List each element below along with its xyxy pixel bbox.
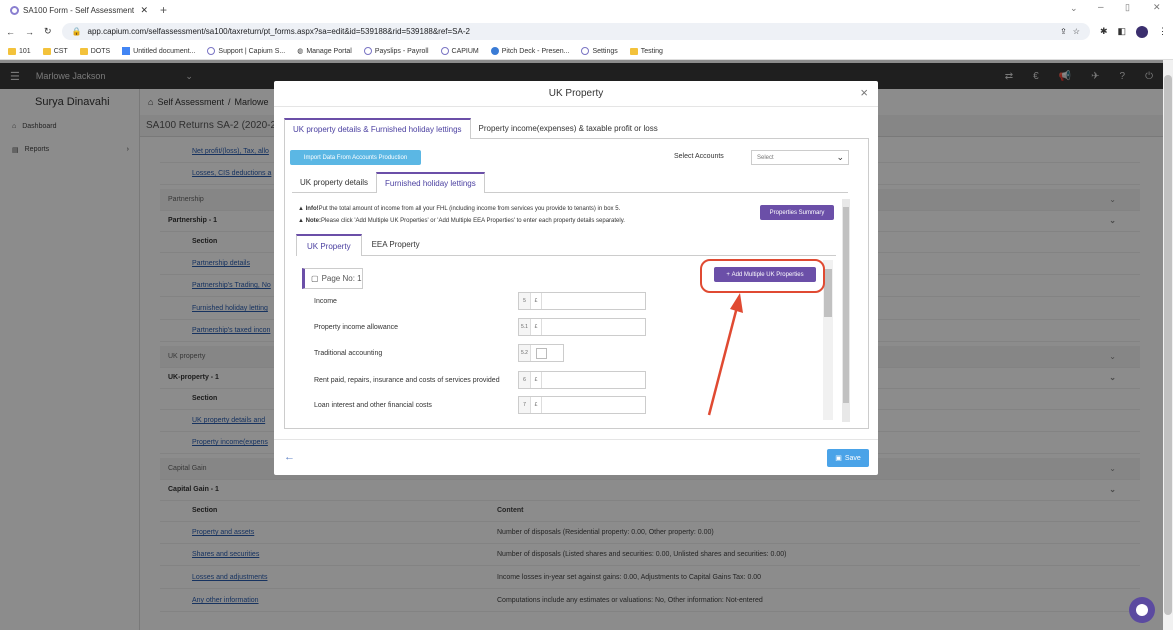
capium-favicon-icon [10, 6, 19, 15]
modal-close-icon[interactable]: × [860, 85, 868, 100]
minimize-icon[interactable]: – [1098, 2, 1104, 13]
share-icon[interactable]: ⇪ [1060, 27, 1067, 36]
bookmarks-bar: 101 CST DOTS Untitled document... Suppor… [0, 43, 1173, 60]
capium-icon [363, 47, 372, 55]
capium-icon [440, 47, 449, 55]
page-number: ▢ Page No: 1 [302, 268, 363, 289]
field-row-loan-interest: Loan interest and other financial costs … [314, 396, 646, 414]
field-row-income: Income 5 £ [314, 292, 646, 310]
traditional-accounting-checkbox[interactable] [536, 348, 547, 359]
warning-icon: ▲ [298, 206, 304, 212]
bookmark-manage-portal[interactable]: ◍ Manage Portal [297, 47, 352, 56]
select-accounts-dropdown[interactable]: Select ⌄ [751, 150, 849, 165]
modal-title: UK Property [274, 81, 878, 107]
rent-repairs-input[interactable] [542, 372, 645, 388]
restore-icon[interactable]: ▯ [1125, 2, 1130, 13]
inner-tabs: UK property details Furnished holiday le… [292, 172, 848, 193]
new-tab-icon[interactable]: + [160, 3, 167, 17]
extensions-icon[interactable]: ✱ [1100, 26, 1108, 37]
properties-summary-button[interactable]: Properties Summary [760, 205, 834, 220]
bookmark-pitch-deck[interactable]: Pitch Deck - Presen... [490, 47, 569, 55]
chat-fab[interactable] [1129, 597, 1155, 623]
income-input[interactable] [542, 293, 645, 309]
back-icon[interactable]: ← [6, 27, 15, 37]
field-row-property-income-allowance: Property income allowance 5.1 £ [314, 318, 646, 336]
note-message: ▲ Note:Please click 'Add Multiple UK Pro… [298, 218, 625, 224]
forward-icon[interactable]: → [25, 27, 34, 37]
bookmark-untitled-doc[interactable]: Untitled document... [122, 47, 195, 55]
uk-property-modal: UK Property × UK property details & Furn… [274, 81, 878, 475]
bookmark-dots[interactable]: DOTS [79, 47, 110, 55]
capium-icon [581, 47, 590, 55]
tab-close-icon[interactable]: ✕ [140, 5, 148, 16]
window-close-icon[interactable]: ✕ [1153, 2, 1161, 13]
property-income-allowance-input[interactable] [542, 319, 645, 335]
sidepanel-icon[interactable]: ◧ [1117, 26, 1126, 37]
bookmark-capium[interactable]: CAPIUM [440, 47, 479, 55]
panel-scrollbar-thumb[interactable] [843, 207, 849, 403]
reload-icon[interactable]: ↻ [44, 26, 52, 37]
bookmark-101[interactable]: 101 [8, 47, 31, 55]
tab-furnished-holiday-lettings[interactable]: Furnished holiday lettings [376, 172, 485, 193]
page-scrollbar-thumb[interactable] [1164, 75, 1172, 615]
chat-icon [1136, 604, 1148, 616]
bookmark-testing[interactable]: Testing [629, 47, 663, 55]
highlight-annotation [700, 259, 825, 293]
tab-uk-property-details[interactable]: UK property details [292, 172, 376, 192]
address-bar-row: ← → ↻ 🔒 app.capium.com/selfassessment/sa… [0, 20, 1173, 43]
folder-icon [8, 47, 16, 55]
warning-icon: ▲ [298, 218, 304, 224]
loan-interest-input[interactable] [542, 397, 645, 413]
outer-tabs: UK property details & Furnished holiday … [284, 118, 869, 139]
info-message: ▲ Info!Put the total amount of income fr… [298, 206, 621, 212]
folder-icon [79, 47, 88, 55]
arrow-annotation-icon [707, 293, 743, 416]
select-accounts-label: Select Accounts [674, 153, 724, 160]
tab-uk-property-details-fhl[interactable]: UK property details & Furnished holiday … [284, 118, 471, 139]
pitch-icon [490, 47, 499, 55]
url-text: app.capium.com/selfassessment/sa100/taxr… [87, 27, 470, 36]
import-data-button[interactable]: Import Data From Accounts Production [290, 150, 421, 165]
globe-icon: ◍ [297, 48, 304, 55]
profile-avatar[interactable] [1136, 25, 1148, 38]
tab-property-income-expenses[interactable]: Property income(expenses) & taxable prof… [471, 118, 666, 138]
lock-icon: 🔒 [71, 27, 82, 36]
save-icon: ▣ [835, 455, 842, 462]
chevron-down-icon: ⌄ [836, 152, 844, 162]
browser-tabbar: SA100 Form - Self Assessment ✕ + ⌄ – ▯ ✕ [0, 0, 1173, 20]
field-row-traditional-accounting: Traditional accounting 5.2 [314, 344, 644, 362]
field-row-rent-repairs: Rent paid, repairs, insurance and costs … [314, 371, 646, 389]
tab-title: SA100 Form - Self Assessment [23, 6, 135, 15]
save-button[interactable]: ▣ Save [827, 449, 869, 467]
url-field[interactable]: 🔒 app.capium.com/selfassessment/sa100/ta… [61, 23, 1090, 40]
tab-uk-property[interactable]: UK Property [296, 234, 362, 256]
folder-icon [629, 47, 638, 55]
capium-icon [207, 47, 216, 55]
back-arrow-icon[interactable]: ← [284, 451, 295, 463]
modal-footer [274, 439, 878, 475]
bookmark-payslips[interactable]: Payslips - Payroll [363, 47, 429, 55]
bookmark-cst[interactable]: CST [42, 47, 68, 55]
bookmark-support[interactable]: Support | Capium S... [207, 47, 285, 55]
folder-icon [42, 47, 51, 55]
tab-eea-property[interactable]: EEA Property [362, 234, 430, 255]
tab-search-icon[interactable]: ⌄ [1070, 3, 1078, 14]
property-tabs: UK Property EEA Property [296, 234, 836, 256]
menu-dots-icon[interactable]: ⋮ [1158, 26, 1167, 37]
star-icon[interactable]: ☆ [1073, 27, 1080, 36]
form-scrollbar-thumb[interactable] [824, 269, 832, 317]
page-icon: ▢ [311, 274, 319, 283]
browser-tab[interactable]: SA100 Form - Self Assessment ✕ [6, 1, 152, 20]
bookmark-settings[interactable]: Settings [581, 47, 618, 55]
docs-icon [122, 47, 131, 55]
